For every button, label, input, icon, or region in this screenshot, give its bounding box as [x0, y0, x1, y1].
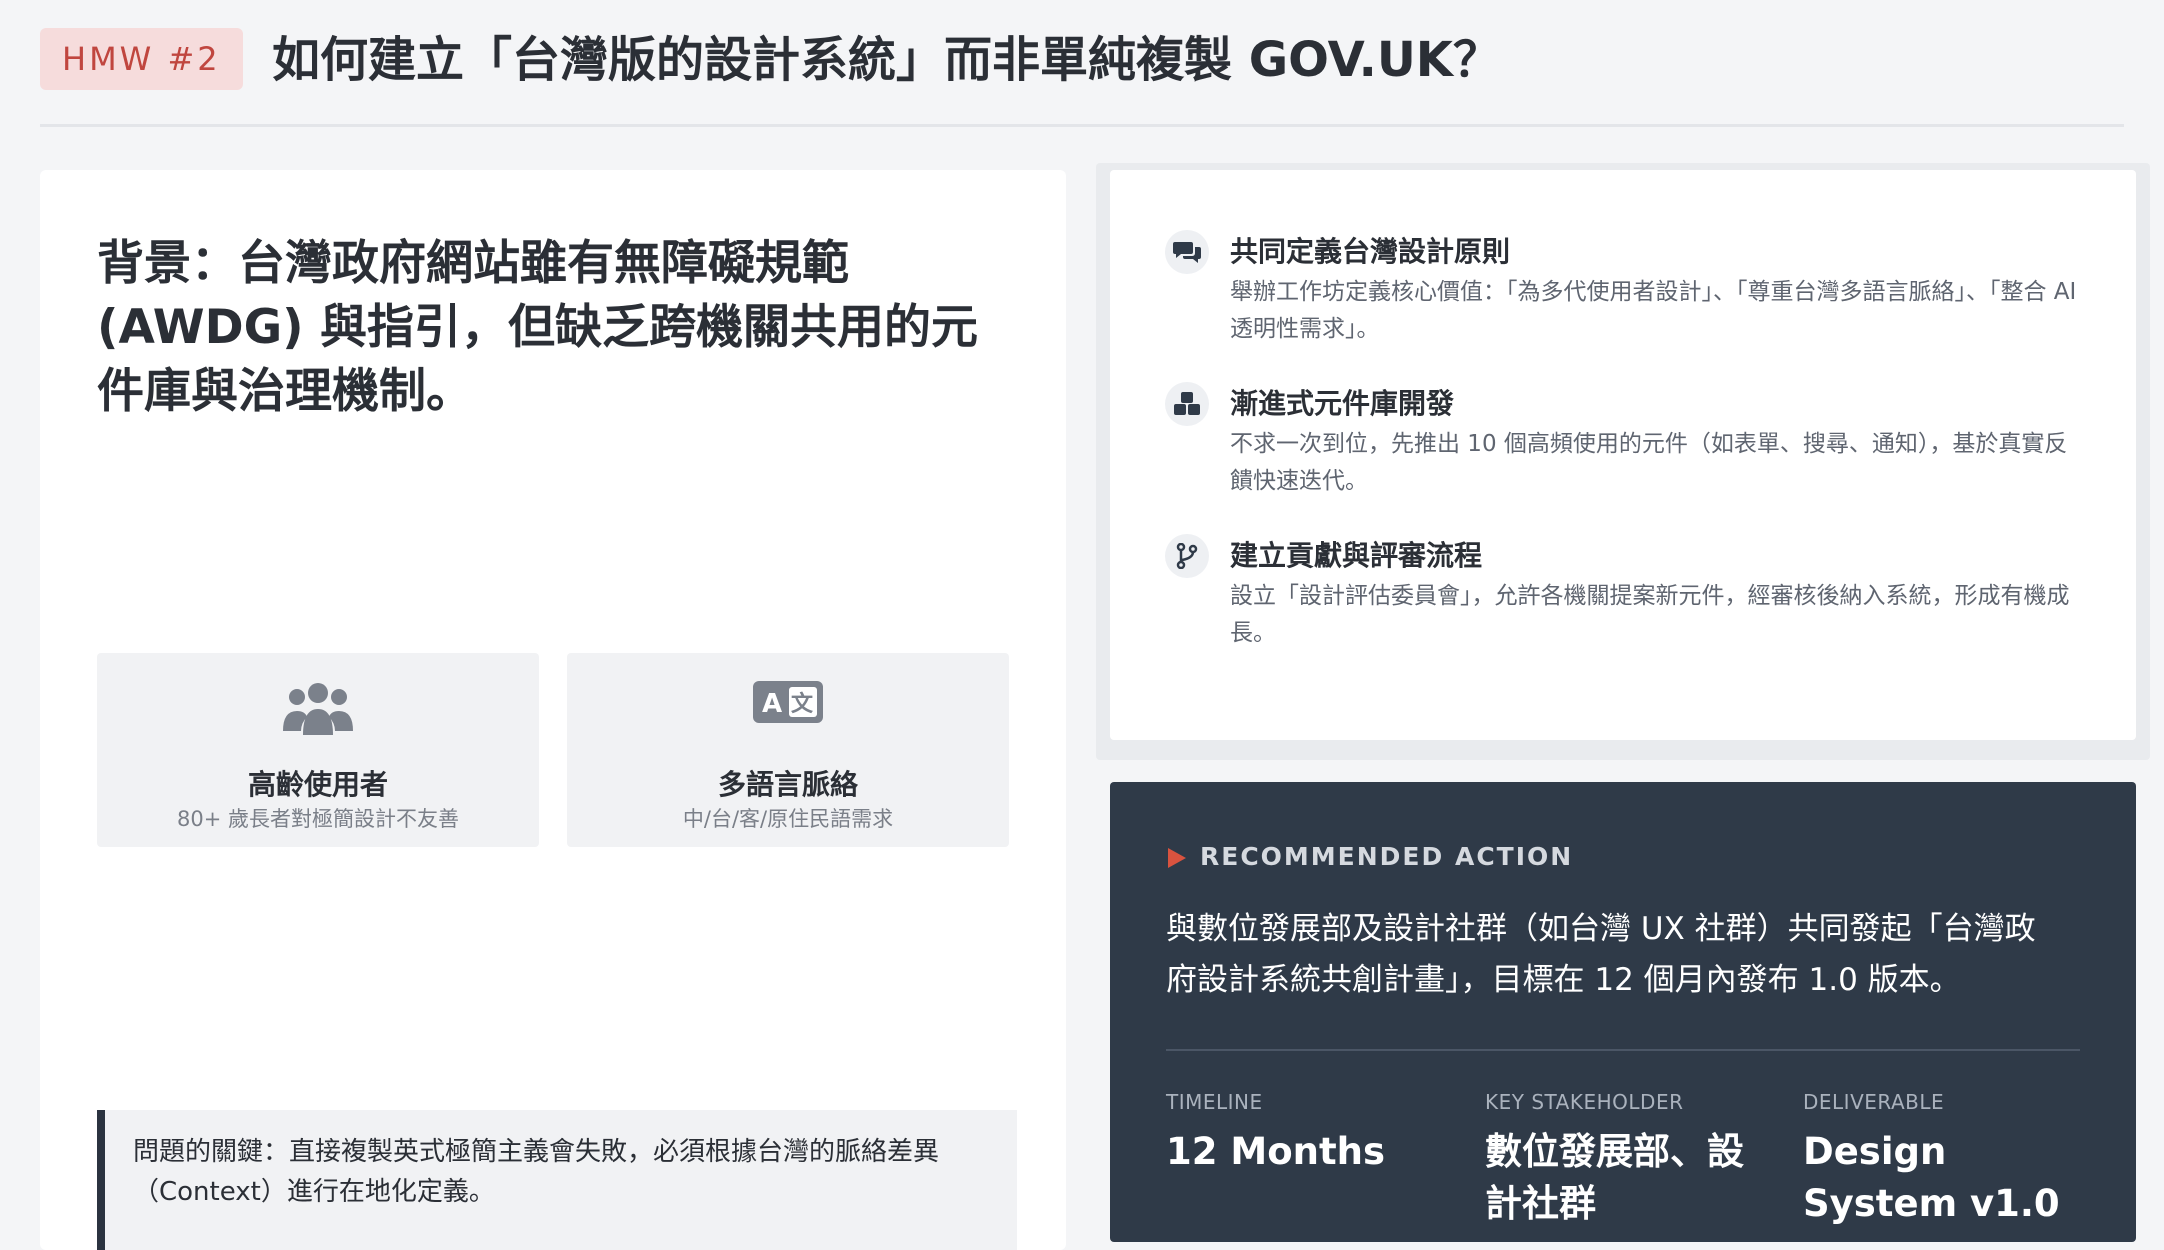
kpi-label: KEY STAKEHOLDER [1485, 1090, 1684, 1114]
principle-title: 漸進式元件庫開發 [1230, 387, 1455, 420]
principle-title: 共同定義台灣設計原則 [1230, 235, 1511, 268]
stat-card-elderly: 高齡使用者 80+ 歲長者對極簡設計不友善 [97, 653, 539, 847]
cubes-icon [1165, 382, 1209, 426]
svg-text:A: A [762, 689, 782, 719]
kpi-value: Design System v1.0 [1803, 1130, 2060, 1225]
recommended-action-card: RECOMMENDED ACTION 與數位發展部及設計社群（如台灣 UX 社群… [1110, 782, 2136, 1242]
action-label: RECOMMENDED ACTION [1200, 842, 1574, 871]
background-card: 背景：台灣政府網站雖有無障礙規範 (AWDG) 與指引，但缺乏跨機關共用的元件庫… [40, 170, 1066, 1250]
kpi-label: TIMELINE [1166, 1090, 1263, 1114]
principle-title: 建立貢獻與評審流程 [1230, 539, 1483, 572]
kpi-stakeholder: KEY STAKEHOLDER 數位發展部、設計社群 [1485, 1090, 1755, 1230]
hmw-badge: HMW #2 [40, 28, 243, 90]
background-heading: 背景：台灣政府網站雖有無障礙規範 (AWDG) 與指引，但缺乏跨機關共用的元件庫… [97, 236, 979, 419]
action-text: 與數位發展部及設計社群（如台灣 UX 社群）共同發起「台灣政府設計系統共創計畫」… [1166, 911, 2036, 998]
kpi-label: DELIVERABLE [1803, 1090, 1945, 1114]
play-arrow-icon [1166, 846, 1188, 874]
stat-subtitle: 中/台/客/原住民語需求 [682, 807, 894, 831]
translate-icon: A 文 [567, 679, 1009, 739]
stat-title: 高齡使用者 [247, 768, 388, 801]
users-icon [97, 679, 539, 739]
stat-title: 多語言脈絡 [717, 768, 858, 801]
kpi-value: 數位發展部、設計社群 [1485, 1130, 1744, 1225]
principle-description: 不求一次到位，先推出 10 個高頻使用的元件（如表單、搜尋、通知），基於真實反饋… [1230, 431, 2068, 494]
key-insight-callout: 問題的關鍵：直接複製英式極簡主義會失敗，必須根據台灣的脈絡差異（Context）… [97, 1110, 1017, 1250]
principle-description: 舉辦工作坊定義核心價值：「為多代使用者設計」、「尊重台灣多語言脈絡」、「整合 A… [1230, 279, 2077, 342]
branch-icon [1165, 534, 1209, 578]
page-title: 如何建立「台灣版的設計系統」而非單純複製 GOV.UK？ [272, 32, 1501, 88]
page-header: HMW #2 如何建立「台灣版的設計系統」而非單純複製 GOV.UK？ [40, 28, 2124, 127]
principles-card: 共同定義台灣設計原則 舉辦工作坊定義核心價值：「為多代使用者設計」、「尊重台灣多… [1110, 170, 2136, 740]
principle-description: 設立「設計評估委員會」，允許各機關提案新元件，經審核後納入系統，形成有機成長。 [1230, 583, 2070, 646]
kpi-value: 12 Months [1166, 1130, 1386, 1173]
kpi-timeline: TIMELINE 12 Months [1166, 1090, 1466, 1178]
stat-subtitle: 80+ 歲長者對極簡設計不友善 [177, 807, 459, 831]
stat-card-multilingual: A 文 多語言脈絡 中/台/客/原住民語需求 [567, 653, 1009, 847]
divider [1166, 1049, 2080, 1051]
callout-text: 問題的關鍵：直接複製英式極簡主義會失敗，必須根據台灣的脈絡差異（Context）… [133, 1137, 940, 1207]
kpi-deliverable: DELIVERABLE Design System v1.0 [1803, 1090, 2093, 1230]
chat-icon [1165, 230, 1209, 274]
svg-text:文: 文 [791, 691, 814, 717]
